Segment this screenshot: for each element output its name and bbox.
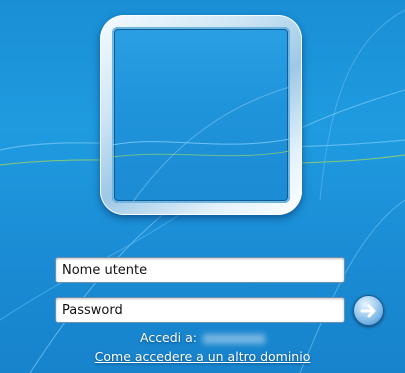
user-picture: [112, 27, 290, 203]
signin-domain-label: Accedi a:: [139, 330, 198, 345]
user-picture-art: [112, 86, 290, 203]
username-input[interactable]: [55, 257, 345, 283]
user-picture-frame: [100, 15, 302, 215]
arrow-right-icon: [360, 304, 375, 317]
password-input[interactable]: [55, 297, 345, 323]
sign-in-button[interactable]: [353, 295, 384, 326]
signin-domain-line: Accedi a:: [0, 330, 405, 345]
signin-domain-value-redacted: [203, 333, 266, 344]
other-domain-link[interactable]: Come accedere a un altro dominio: [0, 349, 405, 364]
